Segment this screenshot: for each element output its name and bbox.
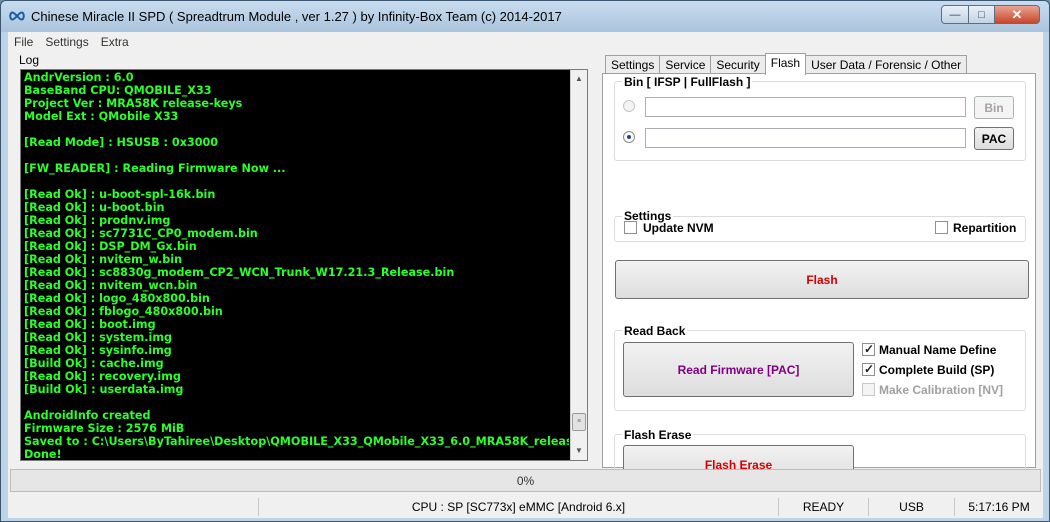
status-cpu: CPU : SP [SC773x] eMMC [Android 6.x] (258, 498, 778, 516)
log-line: [Read Ok] : system.img (24, 331, 173, 344)
minimize-button[interactable]: — (941, 5, 969, 24)
tab-user-data[interactable]: User Data / Forensic / Other (805, 55, 968, 74)
log-line: [Read Ok] : nvitem_wcn.bin (24, 279, 198, 292)
tab-settings[interactable]: Settings (605, 55, 661, 74)
scroll-thumb[interactable]: ≡ (572, 413, 586, 431)
window-title: Chinese Miracle II SPD ( Spreadtrum Modu… (31, 9, 562, 24)
menu-extra[interactable]: Extra (95, 32, 135, 52)
flash-tab-panel: Bin [ IFSP | FullFlash ] Bin PAC Setting… (602, 73, 1036, 490)
log-line: AndroidInfo created (24, 409, 151, 422)
repartition-label: Repartition (953, 221, 1017, 235)
progress-text: 0% (516, 473, 535, 488)
maximize-button[interactable]: □ (968, 5, 995, 24)
log-line: [Read Ok] : u-boot-spl-16k.bin (24, 188, 216, 201)
log-line: [Read Ok] : recovery.img (24, 370, 181, 383)
log-lines: AndrVersion : 6.0 BaseBand CPU: QMOBILE_X… (24, 71, 569, 461)
log-line: Project Ver : MRA58K release-keys (24, 97, 243, 110)
manual-name-define-label: Manual Name Define (879, 343, 997, 357)
menu-file[interactable]: File (8, 32, 39, 52)
menu-settings[interactable]: Settings (39, 32, 94, 52)
log-line: [FW_READER] : Reading Firmware Now ... (24, 162, 286, 175)
flash-erase-title: Flash Erase (622, 428, 694, 442)
log-line: BaseBand CPU: QMOBILE_X33 (24, 84, 212, 97)
status-port: USB (868, 498, 954, 516)
update-nvm-label: Update NVM (643, 221, 714, 235)
log-line: [Read Ok] : sysinfo.img (24, 344, 172, 357)
log-line: [Read Ok] : u-boot.bin (24, 201, 165, 214)
manual-name-define-checkbox[interactable] (862, 342, 875, 356)
log-scrollbar[interactable]: ▲ ≡ ▼ (570, 70, 587, 460)
tab-service[interactable]: Service (659, 55, 712, 74)
status-bar: CPU : SP [SC773x] eMMC [Android 6.x] REA… (8, 495, 1043, 518)
repartition-checkbox[interactable] (935, 221, 948, 234)
log-line: [Build Ok] : userdata.img (24, 383, 184, 396)
title-bar[interactable]: Chinese Miracle II SPD ( Spreadtrum Modu… (1, 1, 1049, 32)
status-time: 5:17:16 PM (954, 498, 1043, 516)
close-button[interactable]: ✕ (994, 5, 1040, 24)
bin-group: Bin [ IFSP | FullFlash ] Bin PAC (614, 75, 1026, 161)
bin-group-title: Bin [ IFSP | FullFlash ] (622, 75, 753, 89)
pac-button[interactable]: PAC (974, 127, 1014, 150)
update-nvm-checkbox[interactable] (624, 221, 637, 234)
log-line: [Read Ok] : logo_480x800.bin (24, 292, 210, 305)
log-line: [Read Ok] : prodnv.img (24, 214, 171, 227)
log-line: [Read Ok] : sc8830g_modem_CP2_WCN_Trunk_… (24, 266, 455, 279)
app-window: Chinese Miracle II SPD ( Spreadtrum Modu… (0, 0, 1050, 522)
scroll-down-icon[interactable]: ▼ (571, 442, 587, 459)
log-line: [Build Ok] : cache.img (24, 357, 164, 370)
complete-build-checkbox[interactable] (862, 362, 875, 376)
complete-build-label: Complete Build (SP) (879, 363, 995, 377)
log-line: AndrVersion : 6.0 (24, 71, 134, 84)
progress-bar: 0% (10, 469, 1041, 492)
log-line: [Read Ok] : sc7731C_CP0_modem.bin (24, 227, 258, 240)
read-firmware-button[interactable]: Read Firmware [PAC] (623, 342, 854, 397)
bin-path-input[interactable] (645, 97, 966, 117)
log-label: Log (19, 53, 40, 67)
flash-button[interactable]: Flash (615, 260, 1029, 299)
tab-flash[interactable]: Flash (764, 53, 807, 75)
log-line: [Read Ok] : fblogo_480x800.bin (24, 305, 223, 318)
menu-bar: File Settings Extra (8, 32, 1043, 52)
bin-button[interactable]: Bin (974, 96, 1014, 119)
log-line: [Read Ok] : DSP_DM_Gx.bin (24, 240, 197, 253)
infinity-logo-icon (9, 11, 25, 21)
maximize-icon: □ (978, 8, 985, 21)
make-calibration-label: Make Calibration [NV] (879, 383, 1004, 397)
scroll-up-icon[interactable]: ▲ (571, 70, 587, 87)
read-back-title: Read Back (622, 324, 688, 338)
minimize-icon: — (949, 8, 961, 21)
tab-strip: Settings Service Security Flash User Dat… (605, 53, 968, 75)
tab-security[interactable]: Security (710, 55, 766, 74)
log-line: Done! (24, 448, 62, 461)
status-state: READY (778, 498, 868, 516)
log-line: [Read Ok] : boot.img (24, 318, 156, 331)
client-area: File Settings Extra Log AndrVersion : 6.… (8, 32, 1043, 518)
close-icon: ✕ (1011, 6, 1023, 22)
log-line: [Read Ok] : nvitem_w.bin (24, 253, 183, 266)
log-line: Firmware Size : 2576 MiB (24, 422, 185, 435)
pac-radio[interactable] (623, 131, 635, 143)
log-panel[interactable]: AndrVersion : 6.0 BaseBand CPU: QMOBILE_X… (20, 69, 588, 461)
log-line: [Read Mode] : HSUSB : 0x3000 (24, 136, 219, 149)
bin-radio[interactable] (623, 100, 635, 112)
log-line: Model Ext : QMobile X33 (24, 110, 179, 123)
make-calibration-checkbox[interactable] (862, 383, 875, 396)
log-line: Saved to : C:\Users\ByTahiree\Desktop\QM… (24, 435, 569, 448)
pac-path-input[interactable] (645, 128, 966, 148)
